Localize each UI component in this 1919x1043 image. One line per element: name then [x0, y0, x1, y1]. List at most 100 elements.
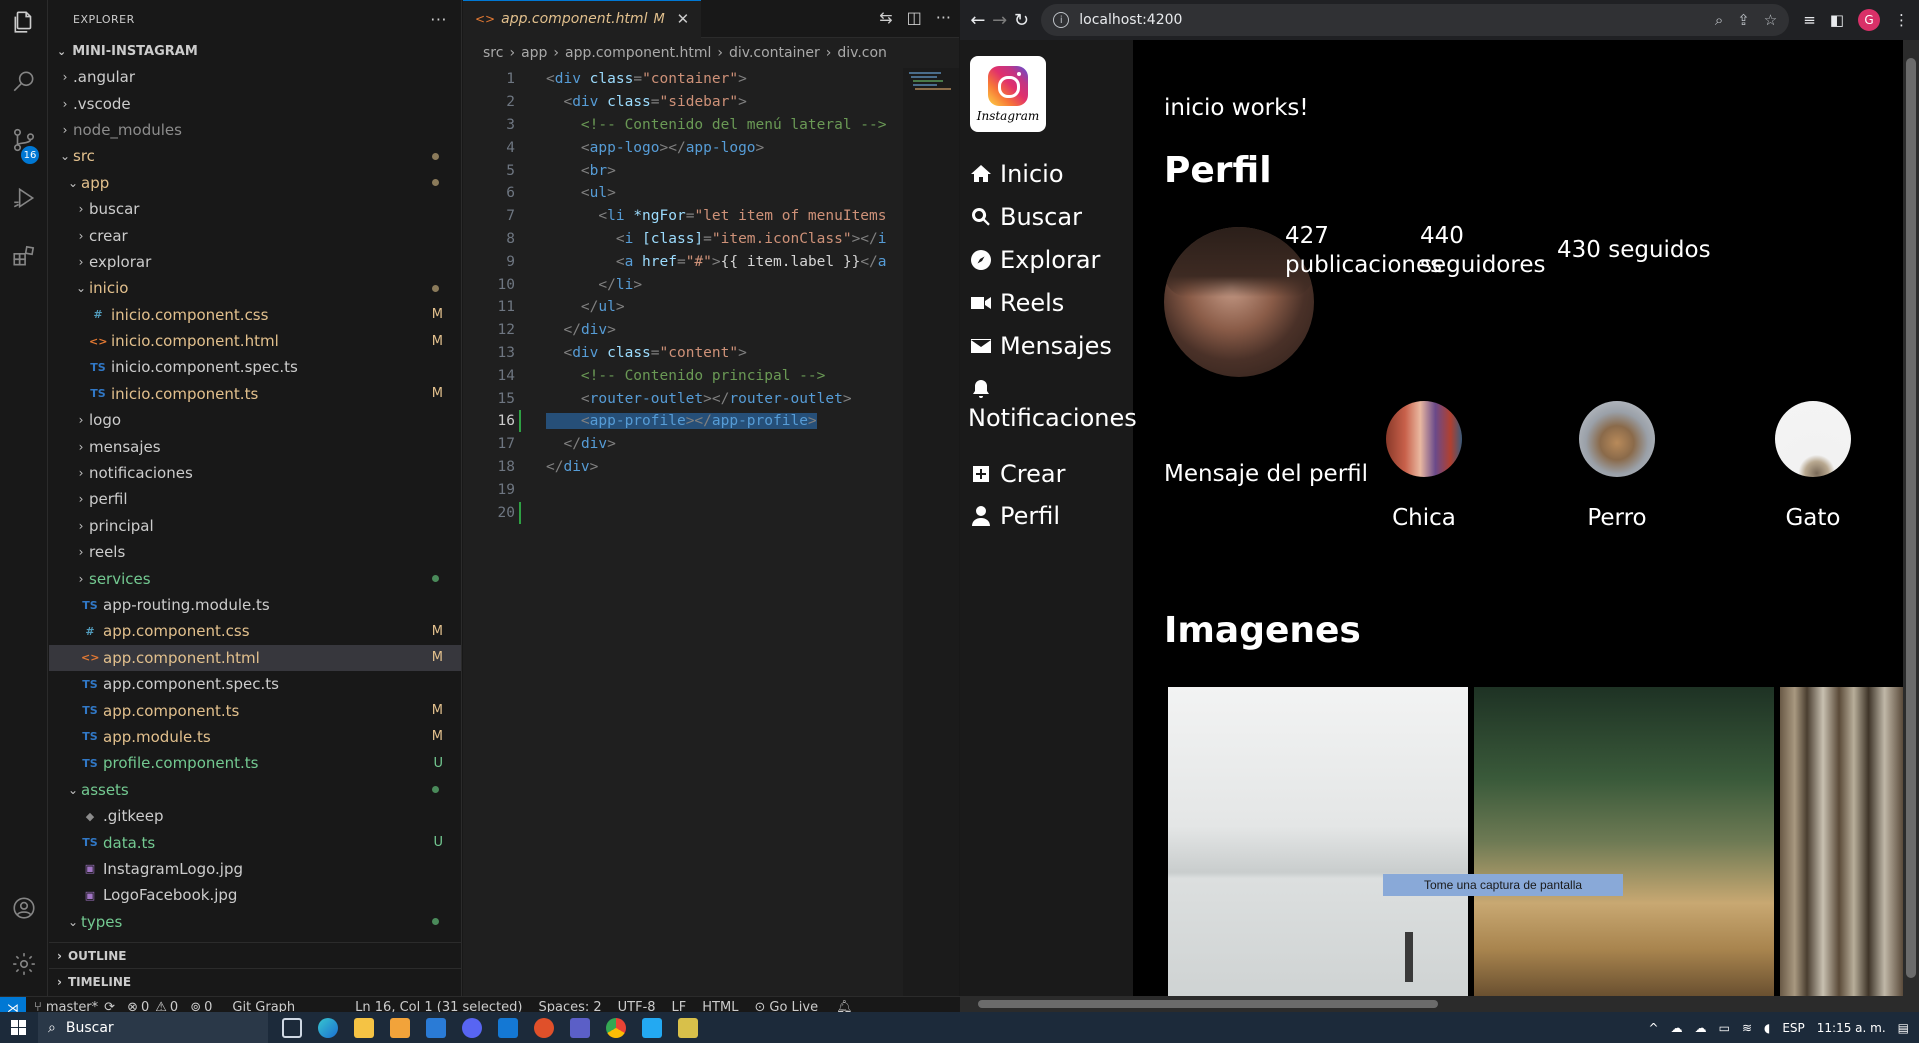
tree-folder[interactable]: › .angular: [49, 64, 461, 90]
chrome-menu-icon[interactable]: ⋮: [1894, 11, 1909, 29]
run-debug-icon[interactable]: [8, 182, 40, 214]
tree-file[interactable]: ▣ InstagramLogo.jpg: [49, 856, 461, 882]
taskbar-search[interactable]: ⌕ Buscar: [38, 1012, 268, 1043]
edge-icon[interactable]: [318, 1017, 338, 1038]
chevron-up-icon[interactable]: ^: [1649, 1021, 1659, 1035]
language-indicator[interactable]: ESP: [1782, 1021, 1804, 1035]
store-icon[interactable]: [390, 1017, 410, 1038]
sidebar-item-buscar[interactable]: Buscar: [968, 203, 1082, 231]
tree-folder[interactable]: ⌄ src: [49, 143, 461, 169]
tree-file[interactable]: TS inicio.component.ts M: [49, 381, 461, 407]
tree-file[interactable]: TS inicio.component.spec.ts: [49, 354, 461, 380]
back-arrow-icon[interactable]: ←: [970, 7, 986, 33]
network-icon[interactable]: ▭: [1719, 1021, 1730, 1035]
tree-folder[interactable]: ⌄ app: [49, 170, 461, 196]
code-line[interactable]: 15 <router-outlet></router-outlet>: [463, 387, 959, 410]
breadcrumb-item[interactable]: src: [483, 45, 503, 61]
sidebar-item-notificaciones[interactable]: Notificaciones: [968, 378, 1137, 432]
sidebar-item-reels[interactable]: Reels: [968, 289, 1064, 317]
story-item[interactable]: Chica: [1386, 401, 1462, 531]
profile-avatar[interactable]: G: [1858, 9, 1881, 31]
breadcrumb-item[interactable]: div.con: [837, 45, 887, 61]
vscode-icon[interactable]: [642, 1017, 662, 1038]
tree-folder[interactable]: › explorar: [49, 249, 461, 275]
tree-file[interactable]: TS app-routing.module.ts: [49, 592, 461, 618]
tree-folder[interactable]: ⌄ types: [49, 909, 461, 935]
outline-section[interactable]: › OUTLINE: [49, 942, 461, 968]
tree-folder[interactable]: › node_modules: [49, 117, 461, 143]
tree-folder[interactable]: › mensajes: [49, 433, 461, 459]
tree-file[interactable]: # app.component.css M: [49, 618, 461, 644]
sidebar-item-mensajes[interactable]: Mensajes: [968, 332, 1112, 360]
more-actions-icon[interactable]: ···: [936, 8, 951, 27]
tree-folder[interactable]: › buscar: [49, 196, 461, 222]
gallery-image-wheat[interactable]: [1474, 687, 1774, 996]
site-info-icon[interactable]: i: [1053, 12, 1070, 28]
app-icon[interactable]: [678, 1017, 698, 1038]
tree-file[interactable]: TS data.ts U: [49, 829, 461, 855]
tree-folder[interactable]: › logo: [49, 407, 461, 433]
code-line[interactable]: 4 <app-logo></app-logo>: [463, 136, 959, 159]
wifi-icon[interactable]: ≋: [1742, 1021, 1752, 1035]
code-line[interactable]: 7 <li *ngFor="let item of menuItems: [463, 205, 959, 228]
code-line[interactable]: 11 </ul>: [463, 296, 959, 319]
page-horizontal-scrollbar[interactable]: [960, 996, 1919, 1012]
mail-icon[interactable]: [426, 1017, 446, 1038]
code-line[interactable]: 8 <i [class]="item.iconClass"></i: [463, 228, 959, 251]
gallery-image-forest[interactable]: [1780, 687, 1903, 996]
tree-folder[interactable]: ⌄ inicio: [49, 275, 461, 301]
tree-folder[interactable]: › notificaciones: [49, 460, 461, 486]
tree-file[interactable]: TS app.component.ts M: [49, 697, 461, 723]
code-editor[interactable]: 1 <div class="container"> 2 <div class="si…: [463, 68, 959, 524]
app-icon[interactable]: [534, 1017, 554, 1038]
outlook-icon[interactable]: [498, 1017, 518, 1038]
code-line[interactable]: 9 <a href="#">{{ item.label }}</a: [463, 250, 959, 273]
breadcrumb-item[interactable]: app.component.html: [565, 45, 711, 61]
task-view-icon[interactable]: [282, 1017, 302, 1038]
chrome-icon[interactable]: [606, 1017, 626, 1038]
code-line[interactable]: 3 <!-- Contenido del menú lateral -->: [463, 114, 959, 137]
tree-folder[interactable]: › reels: [49, 539, 461, 565]
instagram-logo[interactable]: Instagram: [970, 56, 1046, 132]
page-vertical-scrollbar[interactable]: [1903, 40, 1919, 996]
code-line[interactable]: 18 </div>: [463, 456, 959, 479]
notification-center-icon[interactable]: ▤: [1898, 1021, 1909, 1035]
project-header[interactable]: ⌄ MINI-INSTAGRAM: [49, 38, 461, 64]
sidebar-item-inicio[interactable]: Inicio: [968, 160, 1064, 188]
breadcrumb-item[interactable]: app: [521, 45, 547, 61]
compare-changes-icon[interactable]: ⇆: [879, 8, 892, 27]
media-controls-icon[interactable]: ≡: [1803, 11, 1816, 29]
code-line[interactable]: 17 </div>: [463, 433, 959, 456]
search-icon[interactable]: [8, 66, 40, 98]
tree-folder[interactable]: › crear: [49, 222, 461, 248]
onedrive-icon[interactable]: ☁: [1671, 1021, 1683, 1035]
account-icon[interactable]: [8, 892, 40, 924]
gallery-image-sea[interactable]: [1168, 687, 1468, 996]
close-icon[interactable]: ✕: [677, 10, 690, 28]
code-line[interactable]: 10 </li>: [463, 273, 959, 296]
tree-folder[interactable]: › principal: [49, 513, 461, 539]
volume-icon[interactable]: ◖: [1764, 1021, 1770, 1035]
story-item[interactable]: Gato: [1775, 401, 1851, 531]
tree-file[interactable]: <> inicio.component.html M: [49, 328, 461, 354]
tree-folder[interactable]: ⌄ assets: [49, 777, 461, 803]
zoom-icon[interactable]: ⌕: [1715, 11, 1723, 29]
windows-start-icon[interactable]: [0, 1019, 38, 1036]
code-line[interactable]: 1 <div class="container">: [463, 68, 959, 91]
tree-file[interactable]: # inicio.component.css M: [49, 302, 461, 328]
code-line[interactable]: 20: [463, 501, 959, 524]
timeline-section[interactable]: › TIMELINE: [49, 968, 461, 994]
minimap[interactable]: [903, 68, 959, 996]
tree-file[interactable]: TS app.component.spec.ts: [49, 671, 461, 697]
settings-gear-icon[interactable]: [8, 948, 40, 980]
reload-icon[interactable]: ↻: [1014, 7, 1030, 33]
sidebar-item-explorar[interactable]: Explorar: [968, 246, 1100, 274]
sidebar-item-perfil[interactable]: Perfil: [968, 502, 1060, 530]
tree-folder[interactable]: › perfil: [49, 486, 461, 512]
side-panel-icon[interactable]: ◧: [1830, 11, 1844, 29]
code-line[interactable]: 16 <app-profile></app-profile>: [463, 410, 959, 433]
tree-file[interactable]: TS profile.component.ts U: [49, 750, 461, 776]
code-line[interactable]: 14 <!-- Contenido principal -->: [463, 364, 959, 387]
teams-icon[interactable]: [570, 1017, 590, 1038]
tree-folder[interactable]: › services: [49, 565, 461, 591]
